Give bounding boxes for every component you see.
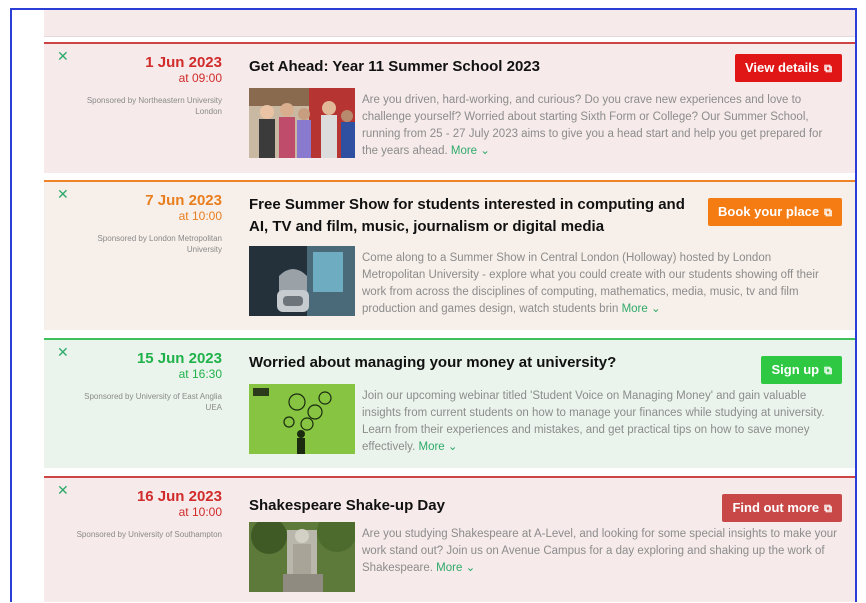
page-frame: ✕ 1 Jun 2023 at 09:00 Sponsored by North… <box>10 8 857 602</box>
previous-card-edge <box>44 10 855 37</box>
event-description: Come along to a Summer Show in Central L… <box>362 250 837 318</box>
event-title[interactable]: Shakespeare Shake-up Day <box>249 495 689 517</box>
chevron-down-icon: ⌄ <box>447 441 458 453</box>
event-image <box>249 246 355 316</box>
event-card: ✕ 15 Jun 2023 at 16:30 Sponsored by Univ… <box>44 338 855 468</box>
event-card: ✕ 16 Jun 2023 at 10:00 Sponsored by Univ… <box>44 476 855 602</box>
event-title[interactable]: Free Summer Show for students interested… <box>249 194 694 238</box>
event-date: 16 Jun 2023 <box>136 488 222 505</box>
event-time: at 10:00 <box>178 505 222 519</box>
event-description: Join our upcoming webinar titled 'Studen… <box>362 388 837 456</box>
event-date: 15 Jun 2023 <box>136 350 222 367</box>
more-link[interactable]: More ⌄ <box>418 441 457 453</box>
event-image <box>249 88 355 158</box>
description-text: Are you studying Shakespeare at A-Level,… <box>362 528 837 574</box>
view-details-button[interactable]: View details ⧉ <box>734 54 842 82</box>
event-description: Are you driven, hard-working, and curiou… <box>362 92 837 160</box>
external-link-icon: ⧉ <box>824 63 832 75</box>
more-label: More <box>418 441 445 453</box>
sponsor-text: Sponsored by University of East Anglia U… <box>84 392 222 412</box>
sign-up-button[interactable]: Sign up ⧉ <box>761 356 842 384</box>
event-date: 7 Jun 2023 <box>145 192 222 209</box>
external-link-icon: ⧉ <box>824 365 832 377</box>
event-time: at 16:30 <box>178 367 222 381</box>
more-link[interactable]: More ⌄ <box>622 303 661 315</box>
sponsor-text: Sponsored by Northeastern University Lon… <box>86 96 222 116</box>
more-label: More <box>436 562 463 574</box>
event-meta: 1 Jun 2023 at 09:00 Sponsored by Northea… <box>44 54 222 117</box>
event-description: Are you studying Shakespeare at A-Level,… <box>362 526 837 577</box>
event-meta: 16 Jun 2023 at 10:00 Sponsored by Univer… <box>44 488 222 540</box>
button-label: Book your place <box>718 204 820 219</box>
event-date: 1 Jun 2023 <box>145 54 222 71</box>
book-your-place-button[interactable]: Book your place ⧉ <box>708 198 842 226</box>
button-label: Sign up <box>771 362 820 377</box>
event-meta: 15 Jun 2023 at 16:30 Sponsored by Univer… <box>44 350 222 413</box>
event-card: ✕ 7 Jun 2023 at 10:00 Sponsored by Londo… <box>44 180 855 330</box>
sponsor-text: Sponsored by University of Southampton <box>76 530 222 539</box>
find-out-more-button[interactable]: Find out more ⧉ <box>722 494 842 522</box>
event-image <box>249 522 355 592</box>
event-title[interactable]: Get Ahead: Year 11 Summer School 2023 <box>249 56 689 78</box>
button-label: Find out more <box>732 500 820 515</box>
more-label: More <box>450 145 478 157</box>
chevron-down-icon: ⌄ <box>465 562 476 574</box>
more-link[interactable]: More ⌄ <box>451 145 490 157</box>
event-meta: 7 Jun 2023 at 10:00 Sponsored by London … <box>44 192 222 255</box>
event-time: at 09:00 <box>178 71 222 85</box>
event-card: ✕ 1 Jun 2023 at 09:00 Sponsored by North… <box>44 42 855 173</box>
description-text: Are you driven, hard-working, and curiou… <box>362 94 823 157</box>
description-text: Come along to a Summer Show in Central L… <box>362 252 819 315</box>
sponsor-text: Sponsored by London Metropolitan Univers… <box>97 234 222 254</box>
more-link[interactable]: More ⌄ <box>436 562 475 574</box>
event-time: at 10:00 <box>178 209 222 223</box>
event-image <box>249 384 355 454</box>
button-label: View details <box>744 60 820 75</box>
external-link-icon: ⧉ <box>824 207 832 219</box>
chevron-down-icon: ⌄ <box>480 145 490 157</box>
external-link-icon: ⧉ <box>824 503 832 515</box>
event-title[interactable]: Worried about managing your money at uni… <box>249 352 689 374</box>
chevron-down-icon: ⌄ <box>650 303 661 315</box>
more-label: More <box>621 303 648 315</box>
